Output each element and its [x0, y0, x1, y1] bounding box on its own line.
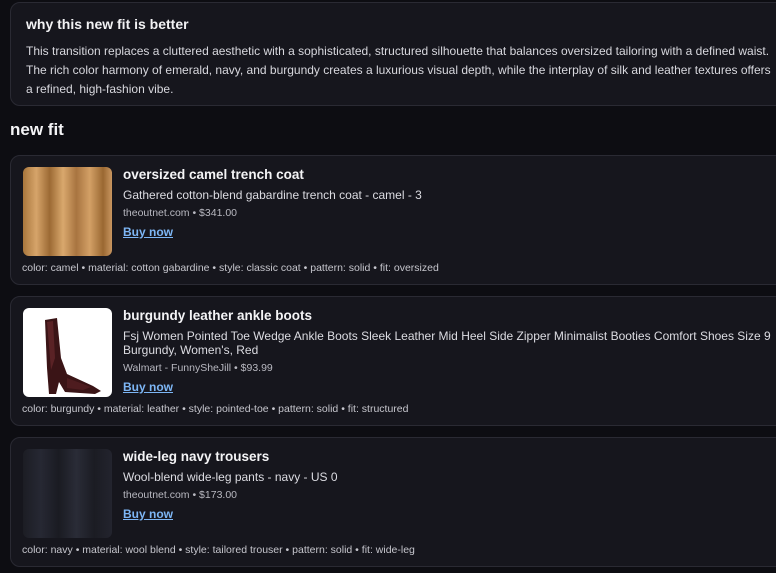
product-name: burgundy leather ankle boots	[123, 308, 313, 323]
product-description: Fsj Women Pointed Toe Wedge Ankle Boots …	[123, 329, 771, 357]
buy-now-link[interactable]: Buy now	[123, 225, 173, 239]
section-title: new fit	[10, 120, 64, 139]
product-attributes: color: camel • material: cotton gabardin…	[22, 262, 439, 274]
product-image-trench-coat[interactable]	[23, 167, 112, 256]
product-card-ankle-boots: burgundy leather ankle boots Fsj Women P…	[10, 296, 776, 426]
product-name: wide-leg navy trousers	[123, 449, 270, 464]
why-body: This transition replaces a cluttered aes…	[26, 44, 771, 96]
buy-now-link[interactable]: Buy now	[123, 380, 173, 394]
product-store-price: theoutnet.com • $341.00	[123, 207, 238, 219]
product-card-trench-coat: oversized camel trench coat Gathered cot…	[10, 155, 776, 285]
product-image-navy-trousers[interactable]	[23, 449, 112, 538]
product-attributes: color: burgundy • material: leather • st…	[22, 403, 409, 415]
why-title: why this new fit is better	[26, 16, 189, 32]
buy-now-link[interactable]: Buy now	[123, 507, 173, 521]
product-image-ankle-boots[interactable]	[23, 308, 112, 397]
product-card-navy-trousers: wide-leg navy trousers Wool-blend wide-l…	[10, 437, 776, 567]
product-store-price: Walmart - FunnySheJill • $93.99	[123, 362, 273, 374]
why-card: why this new fit is better This transiti…	[10, 2, 776, 106]
product-description: Wool-blend wide-leg pants - navy - US 0	[123, 470, 338, 484]
product-attributes: color: navy • material: wool blend • sty…	[22, 544, 415, 556]
product-description: Gathered cotton-blend gabardine trench c…	[123, 188, 422, 202]
product-store-price: theoutnet.com • $173.00	[123, 489, 238, 501]
product-name: oversized camel trench coat	[123, 167, 304, 182]
